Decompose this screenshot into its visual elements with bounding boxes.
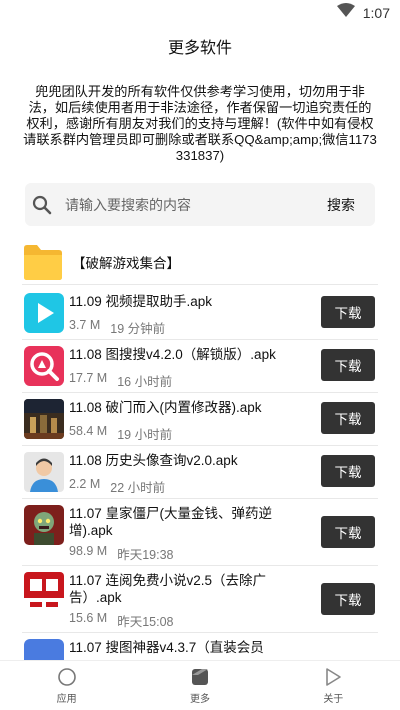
- nav-label: 关于: [323, 694, 344, 705]
- file-time: 19 小时前: [117, 428, 173, 442]
- download-button[interactable]: 下载: [321, 583, 375, 615]
- folder-item-cracked-games[interactable]: 【破解游戏集合】: [22, 240, 378, 285]
- file-meta: 17.7 M 16 小时前: [69, 371, 172, 390]
- file-time: 昨天19:38: [117, 548, 174, 562]
- file-list: 11.09 视频提取助手.apk 3.7 M 19 分钟前 下载 11.08 图…: [22, 287, 378, 673]
- novel-app-icon: [24, 572, 64, 612]
- file-row[interactable]: 11.08 历史头像查询v2.0.apk 2.2 M 22 小时前 下载: [22, 446, 378, 499]
- file-row[interactable]: 11.09 视频提取助手.apk 3.7 M 19 分钟前 下载: [22, 287, 378, 340]
- download-button[interactable]: 下载: [321, 455, 375, 487]
- about-icon: [322, 666, 344, 688]
- door-kickers-icon: [24, 399, 64, 439]
- zombie-game-icon: [24, 505, 64, 545]
- file-row[interactable]: 11.08 图搜搜v4.2.0（解锁版）.apk 17.7 M 16 小时前 下…: [22, 340, 378, 393]
- file-size: 3.7 M: [69, 318, 101, 332]
- page-title: 更多软件: [167, 40, 232, 57]
- file-meta: 3.7 M 19 分钟前: [69, 318, 165, 337]
- download-button[interactable]: 下载: [321, 296, 375, 328]
- search-icon: [31, 194, 53, 216]
- file-name: 11.07 皇家僵尸(大量金钱、弹药逆增).apk: [69, 506, 273, 538]
- file-name: 11.07 搜图神器v4.3.7（直装会员: [69, 640, 264, 655]
- file-size: 17.7 M: [69, 371, 108, 385]
- image-search-icon: [24, 346, 64, 386]
- file-meta: 2.2 M 22 小时前: [69, 477, 165, 496]
- search-button[interactable]: 搜索: [311, 183, 371, 226]
- folder-icon: [22, 242, 64, 282]
- file-name: 11.08 图搜搜v4.2.0（解锁版）.apk: [69, 347, 276, 362]
- file-name: 11.08 历史头像查询v2.0.apk: [69, 453, 238, 468]
- more-icon: [189, 666, 211, 688]
- status-time: 1:07: [362, 4, 390, 21]
- nav-label: 更多: [189, 694, 210, 705]
- title-bar: 更多软件: [0, 26, 400, 66]
- download-button[interactable]: 下载: [321, 402, 375, 434]
- avatar-history-icon: [24, 452, 64, 492]
- file-size: 2.2 M: [69, 477, 101, 491]
- bottom-nav: 应用 更多 关于: [0, 660, 400, 710]
- file-size: 15.6 M: [69, 611, 108, 625]
- file-name: 11.08 破门而入(内置修改器).apk: [69, 400, 262, 415]
- file-name: 11.09 视频提取助手.apk: [69, 294, 213, 309]
- nav-more[interactable]: 更多: [133, 661, 266, 710]
- file-time: 19 分钟前: [110, 322, 166, 336]
- file-row[interactable]: 11.07 皇家僵尸(大量金钱、弹药逆增).apk 98.9 M 昨天19:38…: [22, 499, 378, 566]
- disclaimer-notice: 兜兜团队开发的所有软件仅供参考学习使用，切勿用于非法，如后续使用者用于非法途径，…: [23, 84, 377, 163]
- folder-label: 【破解游戏集合】: [72, 256, 180, 271]
- nav-label: 应用: [56, 694, 77, 705]
- file-size: 58.4 M: [69, 424, 108, 438]
- search-bar: 搜索: [25, 183, 375, 226]
- file-meta: 15.6 M 昨天15:08: [69, 611, 174, 630]
- file-meta: 58.4 M 19 小时前: [69, 424, 172, 443]
- video-extract-icon: [24, 293, 64, 333]
- file-row[interactable]: 11.07 连阅免费小说v2.5（去除广告）.apk 15.6 M 昨天15:0…: [22, 566, 378, 633]
- file-time: 16 小时前: [117, 375, 173, 389]
- file-size: 98.9 M: [69, 544, 108, 558]
- download-button[interactable]: 下载: [321, 516, 375, 548]
- file-name: 11.07 连阅免费小说v2.5（去除广告）.apk: [69, 573, 267, 605]
- download-button[interactable]: 下载: [321, 349, 375, 381]
- apps-icon: [56, 666, 78, 688]
- wifi-icon: [336, 3, 355, 22]
- status-bar: 1:07: [0, 0, 400, 26]
- file-meta: 98.9 M 昨天19:38: [69, 544, 174, 563]
- status-right: 1:07: [336, 3, 390, 22]
- nav-about[interactable]: 关于: [267, 661, 400, 710]
- file-time: 昨天15:08: [117, 615, 174, 629]
- file-time: 22 小时前: [110, 481, 166, 495]
- file-row[interactable]: 11.08 破门而入(内置修改器).apk 58.4 M 19 小时前 下载: [22, 393, 378, 446]
- search-input[interactable]: [65, 196, 311, 213]
- nav-apps[interactable]: 应用: [0, 661, 133, 710]
